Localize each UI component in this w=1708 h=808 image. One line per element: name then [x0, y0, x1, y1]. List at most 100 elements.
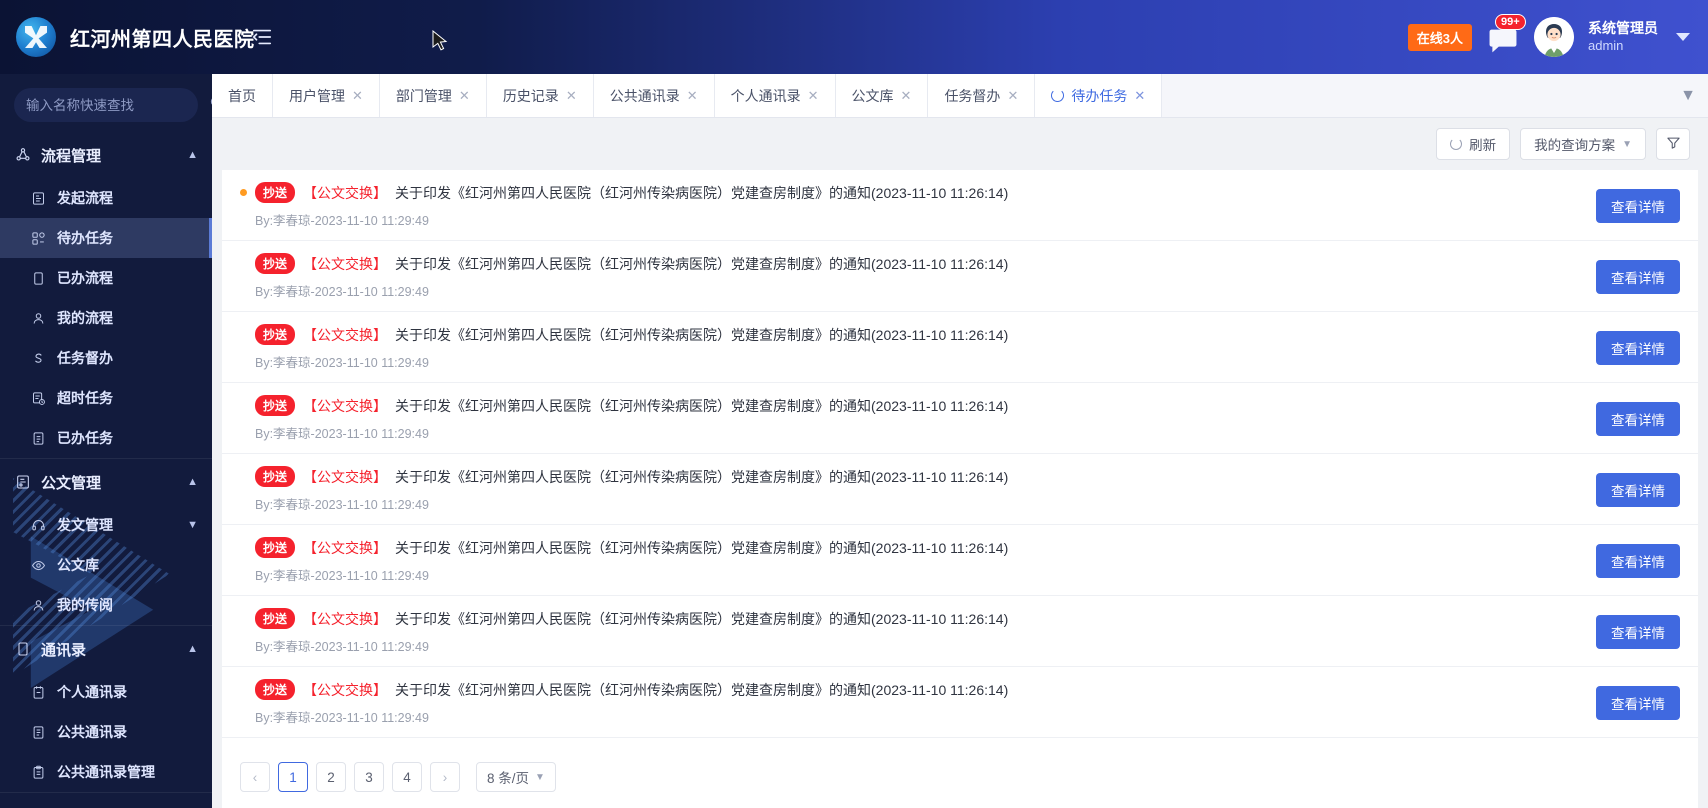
- nav-group-header-contacts[interactable]: 通讯录 ▲: [0, 626, 212, 672]
- unread-dot-icon: [240, 189, 247, 196]
- sidebar-item-done-task[interactable]: 已办任务: [0, 418, 212, 458]
- tab-public-contacts[interactable]: 公共通讯录 ✕: [593, 74, 715, 117]
- pagination-page[interactable]: 4: [392, 762, 422, 792]
- status-badge: 抄送: [255, 253, 296, 274]
- search-box[interactable]: [14, 88, 212, 122]
- tab-history[interactable]: 历史记录 ✕: [486, 74, 594, 117]
- pagination-page[interactable]: 3: [354, 762, 384, 792]
- close-x-icon[interactable]: ✕: [1134, 88, 1145, 104]
- body-row: 流程管理 ▲ 发起流程: [0, 74, 1708, 808]
- close-x-icon[interactable]: ✕: [352, 88, 363, 104]
- nav-group-header-flow[interactable]: 流程管理 ▲: [0, 132, 212, 178]
- tab-user-management[interactable]: 用户管理 ✕: [273, 74, 380, 117]
- tab-home[interactable]: 首页: [212, 74, 273, 117]
- chevron-down-icon[interactable]: ▼: [187, 519, 198, 531]
- user-login: admin: [1588, 37, 1624, 53]
- filter-button[interactable]: [1656, 128, 1690, 160]
- close-x-icon[interactable]: ✕: [901, 88, 912, 104]
- view-detail-button[interactable]: 查看详情: [1596, 401, 1680, 436]
- sidebar-item-label: 超时任务: [57, 390, 113, 406]
- search-icon[interactable]: [209, 95, 212, 115]
- todo-task-card: 抄送 【公文交换】 关于印发《红河州第四人民医院（红河州传染病医院）党建查房制度…: [222, 170, 1698, 808]
- close-x-icon[interactable]: ✕: [1007, 88, 1018, 104]
- view-detail-button[interactable]: 查看详情: [1596, 472, 1680, 507]
- table-row[interactable]: 抄送 【公文交换】 关于印发《红河州第四人民医院（红河州传染病医院）党建查房制度…: [222, 596, 1698, 667]
- tab-label: 公文库: [851, 87, 894, 104]
- view-detail-button[interactable]: 查看详情: [1596, 614, 1680, 649]
- done-flow-icon: [30, 270, 47, 287]
- nav-group-header-document[interactable]: 公文管理 ▲: [0, 459, 212, 505]
- user-avatar-icon[interactable]: [1534, 17, 1574, 57]
- menu-fold-icon[interactable]: [248, 23, 276, 51]
- chevron-down-icon[interactable]: ▼: [1668, 74, 1708, 117]
- search-input[interactable]: [26, 97, 203, 113]
- tab-department-management[interactable]: 部门管理 ✕: [379, 74, 487, 117]
- row-title: 抄送 【公文交换】 关于印发《红河州第四人民医院（红河州传染病医院）党建查房制度…: [240, 466, 1584, 487]
- close-x-icon[interactable]: ✕: [687, 88, 698, 104]
- chevron-up-icon[interactable]: ▲: [187, 476, 198, 488]
- table-row[interactable]: 抄送 【公文交换】 关于印发《红河州第四人民医院（红河州传染病医院）党建查房制度…: [222, 525, 1698, 596]
- chevron-up-icon[interactable]: ▲: [187, 149, 198, 161]
- sidebar-item-timeout-task[interactable]: 超时任务: [0, 378, 212, 418]
- sidebar-item-my-circulation[interactable]: 我的传阅: [0, 585, 212, 625]
- pagination-page[interactable]: 1: [278, 762, 308, 792]
- table-row[interactable]: 抄送 【公文交换】 关于印发《红河州第四人民医院（红河州传染病医院）党建查房制度…: [222, 170, 1698, 241]
- close-x-icon[interactable]: ✕: [459, 88, 470, 104]
- online-count-badge: 在线3人: [1407, 23, 1472, 51]
- close-x-icon[interactable]: ✕: [566, 88, 577, 104]
- sidebar-item-public-contacts[interactable]: 公共通讯录: [0, 712, 212, 752]
- status-badge: 抄送: [255, 466, 296, 487]
- pagination-next[interactable]: ›: [430, 762, 460, 792]
- row-meta: By:李春琼-2023-11-10 11:29:49: [255, 427, 429, 441]
- sidebar-item-doc-library[interactable]: 公文库: [0, 545, 212, 585]
- table-row[interactable]: 抄送 【公文交换】 关于印发《红河州第四人民医院（红河州传染病医院）党建查房制度…: [222, 454, 1698, 525]
- sidebar-item-send-doc[interactable]: 发文管理 ▼: [0, 505, 212, 545]
- tab-label: 任务督办: [944, 87, 1001, 104]
- tab-label: 历史记录: [502, 87, 559, 104]
- row-meta: By:李春琼-2023-11-10 11:29:49: [255, 214, 429, 228]
- row-title-text: 关于印发《红河州第四人民医院（红河州传染病医院）党建查房制度》的通知(2023-…: [395, 610, 1009, 627]
- nav-group-document: 公文管理 ▲ 发文管理 ▼ 公文库 我的传阅: [0, 459, 212, 626]
- top-header-bar: 红河州第四人民医院 在线3人 99+ 系统管理员 admin: [0, 0, 1708, 74]
- tab-bar: 首页 用户管理 ✕ 部门管理 ✕ 历史记录 ✕ 公共通讯录 ✕ 个人通讯录 ✕ …: [212, 74, 1708, 118]
- pagination-prev[interactable]: ‹: [240, 762, 270, 792]
- sidebar-item-start-flow[interactable]: 发起流程: [0, 178, 212, 218]
- category-label: 【公文交换】: [303, 468, 388, 485]
- user-meta[interactable]: 系统管理员 admin: [1588, 20, 1658, 54]
- query-plan-dropdown[interactable]: 我的查询方案 ▼: [1520, 128, 1646, 160]
- status-badge: 抄送: [255, 182, 296, 203]
- table-row[interactable]: 抄送 【公文交换】 关于印发《红河州第四人民医院（红河州传染病医院）党建查房制度…: [222, 312, 1698, 383]
- close-x-icon[interactable]: ✕: [808, 88, 819, 104]
- row-content: 抄送 【公文交换】 关于印发《红河州第四人民医院（红河州传染病医院）党建查房制度…: [240, 253, 1584, 300]
- sidebar-item-public-contacts-admin[interactable]: 公共通讯录管理: [0, 752, 212, 792]
- chevron-up-icon[interactable]: ▲: [187, 643, 198, 655]
- table-row[interactable]: 抄送 【公文交换】 关于印发《红河州第四人民医院（红河州传染病医院）党建查房制度…: [222, 667, 1698, 738]
- pagination-page[interactable]: 2: [316, 762, 346, 792]
- sidebar-item-personal-contacts[interactable]: 个人通讯录: [0, 672, 212, 712]
- page-size-select[interactable]: 8 条/页 ▼: [476, 762, 556, 792]
- view-detail-button[interactable]: 查看详情: [1596, 330, 1680, 365]
- table-row[interactable]: 抄送 【公文交换】 关于印发《红河州第四人民医院（红河州传染病医院）党建查房制度…: [222, 383, 1698, 454]
- message-bubble-icon[interactable]: 99+: [1486, 14, 1526, 54]
- view-detail-button[interactable]: 查看详情: [1596, 188, 1680, 223]
- refresh-button[interactable]: 刷新: [1436, 128, 1511, 160]
- sidebar-item-label: 公共通讯录管理: [57, 764, 155, 780]
- sidebar-item-todo-task[interactable]: 待办任务: [0, 218, 212, 258]
- view-detail-button[interactable]: 查看详情: [1596, 685, 1680, 720]
- sidebar-item-supervise[interactable]: 任务督办: [0, 338, 212, 378]
- tab-todo-task[interactable]: 待办任务 ✕: [1035, 74, 1163, 117]
- tab-personal-contacts[interactable]: 个人通讯录 ✕: [714, 74, 836, 117]
- nav-group-label: 公文管理: [41, 474, 102, 492]
- sidebar-item-done-flow[interactable]: 已办流程: [0, 258, 212, 298]
- view-detail-button[interactable]: 查看详情: [1596, 259, 1680, 294]
- view-detail-button[interactable]: 查看详情: [1596, 543, 1680, 578]
- nav-group-label: 通讯录: [41, 641, 87, 659]
- nav-group-label: 流程管理: [41, 147, 102, 165]
- chevron-down-icon[interactable]: [1676, 33, 1690, 41]
- tab-task-supervision[interactable]: 任务督办 ✕: [928, 74, 1036, 117]
- table-row[interactable]: 抄送 【公文交换】 关于印发《红河州第四人民医院（红河州传染病医院）党建查房制度…: [222, 241, 1698, 312]
- sidebar-item-my-flow[interactable]: 我的流程: [0, 298, 212, 338]
- flow-node-icon: [14, 147, 31, 164]
- tab-doc-library[interactable]: 公文库 ✕: [835, 74, 929, 117]
- chevron-right-icon: ›: [442, 769, 448, 785]
